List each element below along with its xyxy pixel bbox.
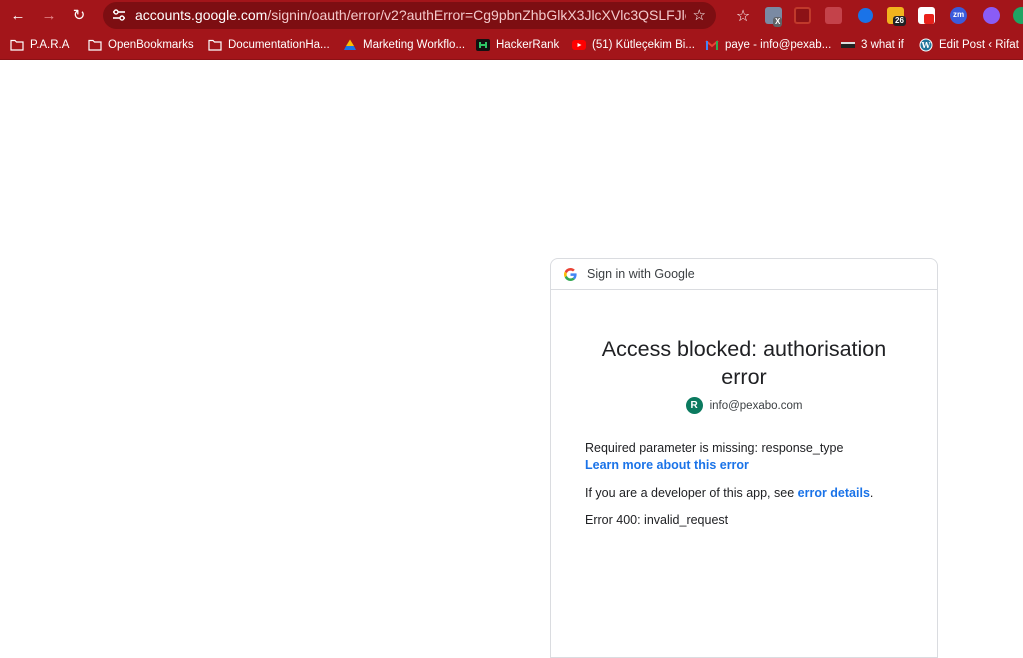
bookmark-label: (51) Kütleçekim Bi...	[592, 39, 695, 51]
address-host: accounts.google.com	[135, 7, 268, 23]
extension-badge: 26	[893, 16, 906, 26]
extension-icon-9[interactable]	[1013, 7, 1023, 24]
extension-icon-8[interactable]	[983, 7, 1000, 24]
page-title: Access blocked: authorisation error	[601, 337, 887, 389]
missing-parameter-text: Required parameter is missing: response_…	[585, 441, 844, 455]
bookmarks-bar: P.A.R.A OpenBookmarks DocumentationHa...…	[0, 31, 1023, 60]
folder-icon	[10, 39, 24, 51]
bookmark-label: HackerRank	[496, 39, 560, 51]
bookmark-item[interactable]: OpenBookmarks	[88, 37, 194, 53]
folder-icon	[88, 39, 102, 51]
bookmark-label: OpenBookmarks	[108, 39, 194, 51]
dialog-header: Sign in with Google	[551, 259, 937, 290]
error-details-link[interactable]: error details	[798, 486, 870, 500]
bookmark-icon	[841, 42, 855, 48]
developer-note-suffix: .	[869, 486, 874, 500]
extension-badge: X	[773, 17, 783, 27]
address-path: /signin/oauth/error/v2?authError=Cg9pbnZ…	[267, 7, 686, 23]
arrow-right-icon: →	[41, 6, 57, 24]
address-text[interactable]: accounts.google.com/signin/oauth/error/v…	[135, 7, 686, 24]
bookmark-item[interactable]: 3 what if	[841, 37, 904, 53]
star-icon[interactable]: ☆	[732, 5, 754, 27]
bookmark-item[interactable]: paye - info@pexab...	[705, 37, 831, 53]
developer-note: If you are a developer of this app, see …	[585, 485, 917, 502]
bookmark-item[interactable]: Marketing Workflo...	[343, 37, 465, 53]
bookmark-label: Edit Post ‹ Rifat E	[939, 39, 1023, 51]
drive-icon	[344, 39, 356, 50]
gmail-icon	[705, 40, 719, 50]
reload-icon: ↻	[72, 7, 86, 24]
back-button[interactable]: ←	[7, 4, 29, 26]
extension-icon-4[interactable]	[858, 8, 873, 23]
account-email: info@pexabo.com	[709, 399, 803, 412]
bookmark-label: DocumentationHa...	[228, 39, 330, 51]
folder-icon	[208, 39, 222, 51]
extension-icon-3[interactable]	[825, 7, 842, 24]
signin-dialog: Sign in with Google Access blocked: auth…	[550, 258, 938, 658]
bookmark-item[interactable]: HackerRank	[476, 37, 559, 53]
account-chip: R info@pexabo.com	[551, 397, 937, 414]
address-bar[interactable]: accounts.google.com/signin/oauth/error/v…	[103, 2, 716, 29]
bookmark-label: Marketing Workflo...	[363, 39, 466, 51]
extension-icon-6-badge	[924, 14, 934, 24]
dialog-header-text: Sign in with Google	[587, 267, 695, 281]
wordpress-icon: W	[919, 38, 933, 52]
error-description: Required parameter is missing: response_…	[585, 440, 917, 474]
bookmark-label: 3 what if	[861, 39, 904, 51]
browser-toolbar: ← → ↻ accounts.google.com/signin/oauth/e…	[0, 0, 1023, 31]
forward-button[interactable]: →	[38, 4, 60, 26]
youtube-icon	[572, 40, 586, 50]
extension-icon-2[interactable]	[794, 7, 811, 24]
error-code: Error 400: invalid_request	[585, 513, 729, 527]
hackerrank-icon	[476, 39, 490, 51]
arrow-left-icon: ←	[10, 6, 26, 24]
google-logo-icon	[564, 267, 577, 281]
bookmark-label: P.A.R.A	[30, 39, 70, 51]
developer-note-text: If you are a developer of this app, see	[585, 486, 798, 500]
reload-button[interactable]: ↻	[68, 4, 90, 26]
learn-more-link[interactable]: Learn more about this error	[585, 458, 749, 472]
avatar: R	[685, 397, 703, 414]
bookmark-item[interactable]: P.A.R.A	[10, 37, 69, 53]
bookmark-star-icon[interactable]: ☆	[693, 6, 706, 24]
svg-text:W: W	[921, 40, 932, 50]
bookmark-item[interactable]: DocumentationHa...	[208, 37, 330, 53]
site-settings-icon[interactable]	[111, 7, 127, 23]
bookmark-item[interactable]: W Edit Post ‹ Rifat E	[919, 37, 1023, 53]
bookmark-label: paye - info@pexab...	[725, 39, 832, 51]
bookmark-item[interactable]: (51) Kütleçekim Bi...	[572, 37, 695, 53]
extension-badge: zm	[953, 10, 965, 19]
